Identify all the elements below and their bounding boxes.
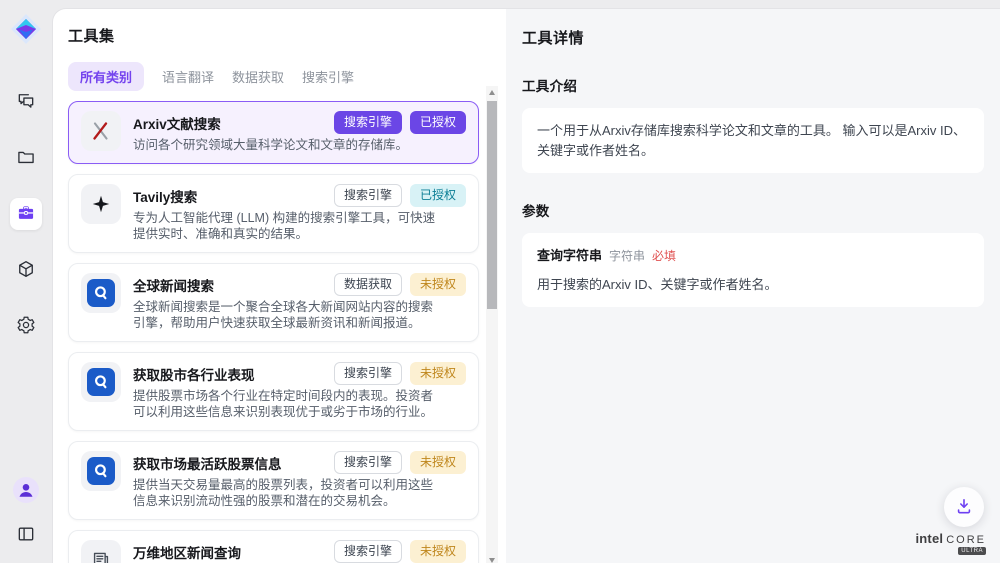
tool-card-tavily-search[interactable]: Tavily搜索 搜索引擎 已授权 专为人工智能代理 (LLM) 构建的搜索引擎… — [68, 174, 479, 253]
user-avatar-icon — [13, 477, 39, 506]
sidebar-item-profile[interactable] — [10, 475, 42, 507]
sidebar-bottom — [10, 475, 42, 551]
sidebar-item-chat[interactable] — [10, 86, 42, 118]
category-badge: 数据获取 — [334, 273, 402, 296]
tool-intro-card: 一个用于从Arxiv存储库搜索科学论文和文章的工具。 输入可以是Arxiv ID… — [522, 108, 984, 173]
detail-title: 工具详情 — [522, 27, 984, 48]
sidebar-item-toolbox[interactable] — [10, 198, 42, 230]
tool-card-most-active-stocks[interactable]: 获取市场最活跃股票信息 搜索引擎 未授权 提供当天交易量最高的股票列表，投资者可… — [68, 441, 479, 520]
scroll-up-icon — [489, 90, 495, 95]
folder-icon — [16, 147, 36, 170]
tool-list: Arxiv文献搜索 搜索引擎 已授权 访问各个研究领域大量科学论文和文章的存储库… — [68, 101, 479, 563]
scroll-down-icon — [489, 558, 495, 563]
sidebar-item-folder[interactable] — [10, 142, 42, 174]
tool-name: 全球新闻搜索 — [133, 273, 214, 295]
param-description: 用于搜索的Arxiv ID、关键字或作者姓名。 — [537, 275, 969, 295]
main-panel: 工具集 所有类别语言翻译数据获取搜索引擎 Arxiv文献搜索 搜索引擎 已授权 … — [52, 8, 1000, 563]
scrollbar-thumb[interactable] — [487, 101, 497, 309]
tool-description: 全球新闻搜索是一个聚合全球各大新闻网站内容的搜索引擎，帮助用户快速获取全球最新资… — [133, 299, 445, 332]
panel-layout-icon — [16, 524, 36, 547]
intel-wordmark: intel — [915, 531, 943, 546]
sidebar-item-settings[interactable] — [10, 310, 42, 342]
auth-status-badge: 已授权 — [410, 184, 466, 207]
gear-icon — [16, 315, 36, 338]
category-badge: 搜索引擎 — [334, 451, 402, 474]
cube-icon — [16, 259, 36, 282]
tool-name: Arxiv文献搜索 — [133, 111, 221, 133]
app-root: 工具集 所有类别语言翻译数据获取搜索引擎 Arxiv文献搜索 搜索引擎 已授权 … — [0, 0, 1000, 563]
tab-data-acquisition[interactable]: 数据获取 — [232, 62, 284, 91]
download-button[interactable] — [944, 487, 984, 527]
auth-status-badge: 未授权 — [410, 362, 466, 385]
scroll-down-button[interactable] — [486, 550, 498, 563]
auth-status-badge: 未授权 — [410, 540, 466, 563]
news-search-icon — [81, 273, 121, 313]
page-title: 工具集 — [68, 25, 506, 46]
param-required-badge: 必填 — [652, 247, 676, 265]
category-tabs: 所有类别语言翻译数据获取搜索引擎 — [68, 62, 506, 91]
category-badge: 搜索引擎 — [334, 540, 402, 563]
sidebar-item-models[interactable] — [10, 254, 42, 286]
tool-card-global-news-search[interactable]: 全球新闻搜索 数据获取 未授权 全球新闻搜索是一个聚合全球各大新闻网站内容的搜索… — [68, 263, 479, 342]
auth-status-badge: 已授权 — [410, 111, 466, 134]
tool-list-pane: 工具集 所有类别语言翻译数据获取搜索引擎 Arxiv文献搜索 搜索引擎 已授权 … — [53, 9, 506, 563]
core-wordmark: core — [946, 534, 986, 546]
category-badge: 搜索引擎 — [334, 362, 402, 385]
tool-description: 专为人工智能代理 (LLM) 构建的搜索引擎工具，可快速提供实时、准确和真实的结… — [133, 210, 445, 243]
tab-search-engine[interactable]: 搜索引擎 — [302, 62, 354, 91]
newspaper-icon — [81, 540, 121, 563]
toolbox-icon — [16, 203, 36, 226]
tool-name: 获取股市各行业表现 — [133, 362, 255, 384]
category-badge: 搜索引擎 — [334, 111, 402, 134]
intro-section-title: 工具介绍 — [522, 75, 984, 95]
param-header: 查询字符串 字符串 必填 — [537, 246, 969, 266]
param-name: 查询字符串 — [537, 246, 602, 266]
tool-description: 访问各个研究领域大量科学论文和文章的存储库。 — [133, 137, 445, 154]
sidebar-nav — [10, 86, 42, 342]
tool-name: 万维地区新闻查询 — [133, 540, 241, 562]
tool-description: 提供股票市场各个行业在特定时间段内的表现。投资者可以利用这些信息来识别表现优于或… — [133, 388, 445, 421]
tavily-star-icon — [81, 184, 121, 224]
news-search-icon — [81, 362, 121, 402]
tool-name: 获取市场最活跃股票信息 — [133, 451, 282, 473]
scroll-up-button[interactable] — [486, 86, 498, 99]
auth-status-badge: 未授权 — [410, 273, 466, 296]
list-scrollbar[interactable] — [486, 86, 498, 563]
news-search-icon — [81, 451, 121, 491]
auth-status-badge: 未授权 — [410, 451, 466, 474]
chat-icon — [16, 91, 36, 114]
arxiv-x-icon — [81, 111, 121, 151]
tool-description: 提供当天交易量最高的股票列表，投资者可以利用这些信息来识别流动性强的股票和潜在的… — [133, 477, 445, 510]
param-type: 字符串 — [609, 247, 645, 265]
category-badge: 搜索引擎 — [334, 184, 402, 207]
ultra-badge: ultra — [958, 547, 986, 555]
tab-all-categories[interactable]: 所有类别 — [68, 62, 144, 91]
tool-name: Tavily搜索 — [133, 184, 197, 206]
tool-card-arxiv-search[interactable]: Arxiv文献搜索 搜索引擎 已授权 访问各个研究领域大量科学论文和文章的存储库… — [68, 101, 479, 164]
intel-core-logo: intel core ultra — [915, 531, 986, 555]
download-icon — [954, 496, 974, 519]
sidebar-item-panel-toggle[interactable] — [10, 519, 42, 551]
app-logo-icon — [9, 12, 43, 46]
param-card: 查询字符串 字符串 必填 用于搜索的Arxiv ID、关键字或作者姓名。 — [522, 233, 984, 307]
sidebar-rail — [0, 0, 52, 563]
params-section-title: 参数 — [522, 200, 984, 220]
tool-detail-pane: 工具详情 工具介绍 一个用于从Arxiv存储库搜索科学论文和文章的工具。 输入可… — [506, 9, 1000, 563]
tool-card-stock-sector-performance[interactable]: 获取股市各行业表现 搜索引擎 未授权 提供股票市场各个行业在特定时间段内的表现。… — [68, 352, 479, 431]
tool-card-regional-news-query[interactable]: 万维地区新闻查询 搜索引擎 未授权 查询具体行政区划内的新闻，快速了解各地新闻动 — [68, 530, 479, 563]
tab-language-translation[interactable]: 语言翻译 — [162, 62, 214, 91]
